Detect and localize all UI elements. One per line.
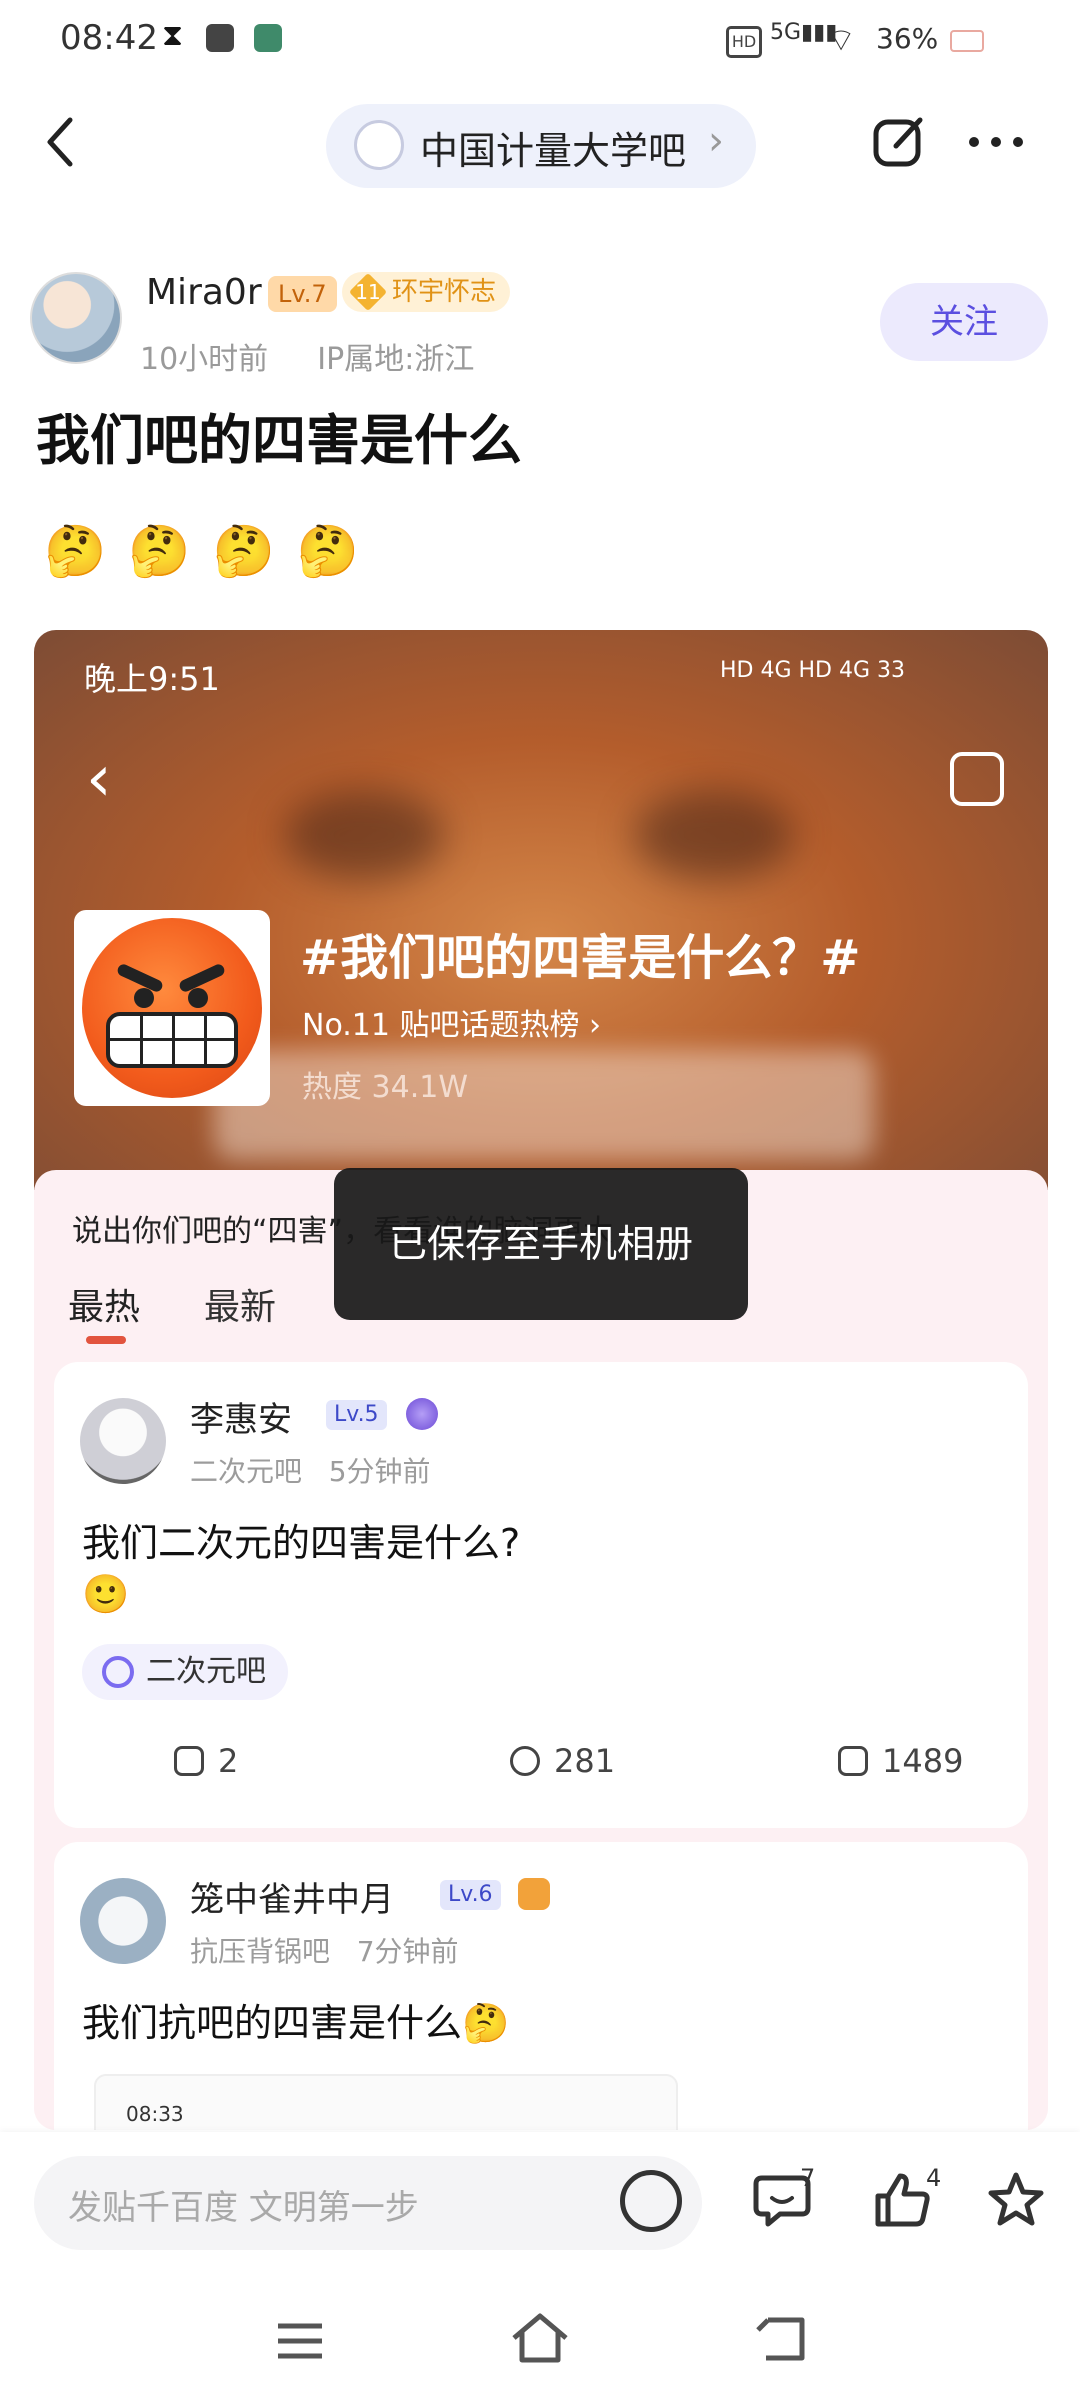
wifi-icon: ⌔	[826, 21, 857, 59]
back-arrow-icon	[756, 2317, 805, 2361]
card-forum-tag: 二次元吧	[82, 1644, 288, 1700]
more-button[interactable]	[964, 116, 1030, 166]
menu-icon	[278, 2323, 322, 2359]
card-forum: 二次元吧	[190, 1455, 303, 1488]
share-icon	[873, 117, 923, 167]
post-title: 我们吧的四害是什么	[36, 409, 522, 472]
card-text: 我们二次元的四害是什么?	[82, 1521, 521, 1565]
card-like-count: 1489	[882, 1742, 964, 1780]
more-dots-icon	[969, 137, 1023, 147]
card-meta: 抗压背锅吧 7分钟前	[190, 1930, 459, 1970]
card-emoji: 🙂	[82, 1572, 130, 1616]
author-medal-badge[interactable]: 11 环宇怀志	[342, 272, 511, 312]
medal-number: 11	[355, 280, 381, 304]
card-level-badge: Lv.5	[326, 1400, 387, 1430]
avatar-notification-icon	[254, 24, 282, 52]
card-avatar	[80, 1878, 166, 1964]
post-meta: 10小时前 IP属地:浙江	[140, 334, 474, 378]
card-comment-count: 281	[554, 1742, 616, 1780]
topic-card: 李惠安 Lv.5 二次元吧 5分钟前 我们二次元的四害是什么? 🙂 二次元吧 2…	[54, 1362, 1028, 1828]
tab-new: 最新	[204, 1287, 277, 1328]
author-name[interactable]: Mira0r	[146, 272, 262, 313]
timer-icon: ⧗	[162, 18, 184, 53]
embedded-status-icons: HD 4G HD 4G 33	[720, 658, 906, 683]
topic-heat: 热度 34.1W	[302, 1070, 468, 1105]
battery-icon	[950, 30, 984, 52]
forum-logo-icon	[354, 120, 404, 170]
comment-count: 7	[800, 2164, 816, 2192]
card-tag-label: 二次元吧	[146, 1654, 266, 1689]
tab-hot: 最热	[68, 1287, 141, 1328]
status-bar: 08:42 ⧗ HD 5G▮▮▮ ⌔ 36%	[0, 0, 1080, 80]
card-share-stat: 2	[174, 1742, 238, 1780]
chevron-right-icon: ›	[708, 118, 724, 164]
embedded-status-time: 晚上9:51	[84, 660, 220, 698]
like-count: 4	[926, 2164, 942, 2192]
home-icon	[512, 2313, 568, 2363]
card-time: 7分钟前	[356, 1935, 459, 1968]
reply-placeholder: 发贴千百度 文明第一步	[68, 2188, 419, 2228]
card-level-badge: Lv.6	[440, 1880, 501, 1910]
toast-message: 已保存至手机相册	[334, 1168, 748, 1320]
star-icon	[988, 2172, 1044, 2226]
card-avatar	[80, 1398, 166, 1484]
blurred-eye-right	[634, 790, 794, 880]
author-level-badge: Lv.7	[268, 276, 337, 312]
card-time: 5分钟前	[328, 1455, 431, 1488]
favorite-button[interactable]	[986, 2170, 1046, 2230]
menu-nav-button[interactable]	[272, 2316, 328, 2366]
back-button[interactable]	[40, 112, 90, 172]
topic-card: 笼中雀井中月 Lv.6 抗压背锅吧 7分钟前 我们抗吧的四害是什么🤔 08:33	[54, 1842, 1028, 2130]
card-forum: 抗压背锅吧	[190, 1935, 331, 1968]
embedded-share-icon	[950, 752, 1004, 806]
app-notification-icon	[206, 24, 234, 52]
forum-name-pill[interactable]: 中国计量大学吧 ›	[326, 104, 756, 188]
card-author-name: 李惠安	[190, 1400, 292, 1440]
gamepad-badge-icon	[518, 1878, 550, 1910]
card-like-stat: 1489	[838, 1742, 963, 1780]
card-inner-screenshot: 08:33	[94, 2074, 678, 2130]
share-button[interactable]	[870, 112, 930, 172]
topic-rank: No.11 贴吧话题热榜 ›	[302, 1008, 602, 1043]
post-image[interactable]: 晚上9:51 HD 4G HD 4G 33 ‹ #我们吧的四害是什么？# No.…	[34, 630, 1048, 2130]
card-meta: 二次元吧 5分钟前	[190, 1450, 431, 1490]
embedded-back-icon: ‹	[86, 742, 112, 816]
inner-status-time: 08:33	[126, 2102, 184, 2126]
like-button[interactable]	[872, 2170, 932, 2230]
chevron-left-icon	[47, 117, 73, 167]
network-type: 5G	[770, 20, 802, 45]
share-icon	[174, 1746, 204, 1776]
forum-tag-icon	[102, 1656, 134, 1688]
planet-badge-icon	[406, 1398, 438, 1430]
battery-percent: 36%	[876, 22, 939, 55]
status-time: 08:42	[60, 18, 158, 58]
back-nav-button[interactable]	[754, 2312, 810, 2366]
comment-icon	[510, 1746, 540, 1776]
angry-face-icon	[74, 910, 270, 1106]
forum-name: 中国计量大学吧	[420, 129, 687, 173]
card-share-count: 2	[218, 1742, 239, 1780]
blurred-eye-left	[284, 790, 444, 880]
medal-label: 环宇怀志	[392, 277, 497, 307]
home-nav-button[interactable]	[508, 2310, 572, 2366]
card-text: 我们抗吧的四害是什么🤔	[82, 2001, 510, 2045]
card-author-name: 笼中雀井中月	[190, 1880, 394, 1920]
topic-title: #我们吧的四害是什么？#	[300, 930, 861, 986]
tab-indicator	[86, 1336, 126, 1344]
author-avatar[interactable]	[30, 272, 122, 364]
post-time: 10小时前	[140, 342, 269, 377]
ip-location: IP属地:浙江	[317, 342, 475, 377]
post-emojis: 🤔🤔🤔🤔	[44, 522, 382, 580]
thumbs-up-icon	[838, 1746, 868, 1776]
card-comment-stat: 281	[510, 1742, 615, 1780]
follow-button[interactable]: 关注	[880, 283, 1048, 361]
emoji-icon[interactable]	[620, 2170, 682, 2232]
reply-input[interactable]: 发贴千百度 文明第一步	[34, 2156, 702, 2250]
hd-icon: HD	[726, 26, 762, 58]
thumbs-up-icon	[875, 2173, 930, 2227]
